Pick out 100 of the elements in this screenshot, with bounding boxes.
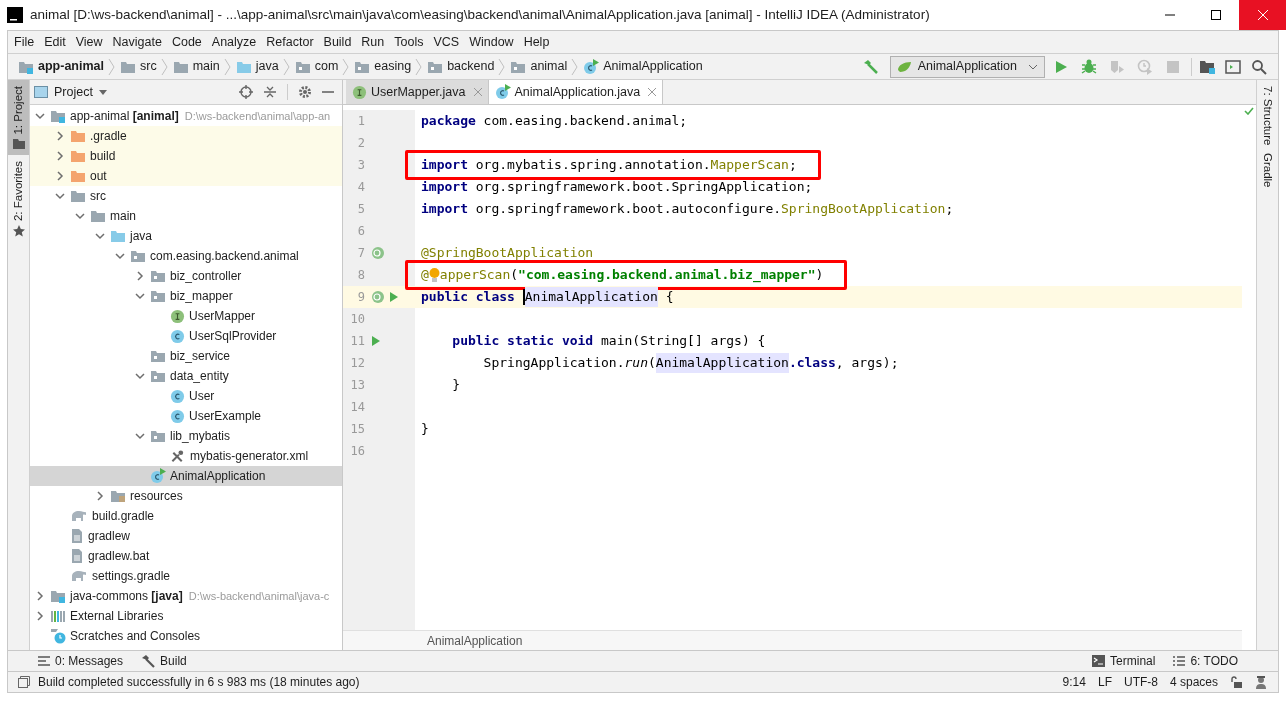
- tree-row[interactable]: out: [30, 166, 342, 186]
- tree-row[interactable]: .gradle: [30, 126, 342, 146]
- tool-window-button[interactable]: 6: TODO: [1190, 652, 1238, 670]
- menu-item[interactable]: Help: [523, 32, 550, 52]
- tool-window-button[interactable]: Terminal: [1110, 652, 1156, 670]
- package-icon: [150, 289, 166, 303]
- run-configuration-dropdown[interactable]: AnimalApplication: [889, 55, 1045, 78]
- tree-row[interactable]: app-animal [animal] D:\ws-backend\animal\app-an: [30, 106, 342, 126]
- window-icon[interactable]: [1224, 58, 1242, 75]
- project-structure-icon[interactable]: [1198, 58, 1216, 75]
- tree-row[interactable]: java: [30, 226, 342, 246]
- code-line: }: [451, 376, 461, 395]
- breadcrumb-item[interactable]: com: [314, 57, 339, 76]
- line-number: 9: [356, 289, 365, 306]
- close-icon[interactable]: [648, 88, 657, 96]
- breadcrumb-item[interactable]: animal: [530, 57, 568, 76]
- tree-row[interactable]: build.gradle: [30, 506, 342, 526]
- tree-row[interactable]: mybatis-generator.xml: [30, 446, 342, 466]
- tree-row[interactable]: Scratches and Consoles: [30, 626, 342, 646]
- tree-row[interactable]: com.easing.backend.animal: [30, 246, 342, 266]
- breadcrumb-item[interactable]: backend: [447, 57, 495, 76]
- tree-row[interactable]: build: [30, 146, 342, 166]
- breadcrumb-item[interactable]: app-animal: [38, 57, 104, 76]
- menu-item[interactable]: Tools: [394, 32, 424, 52]
- menu-item[interactable]: VCS: [433, 32, 460, 52]
- tree-row[interactable]: src: [30, 186, 342, 206]
- view-selector[interactable]: Project: [54, 82, 107, 102]
- tree-row[interactable]: lib_mybatis: [30, 426, 342, 446]
- tree-row[interactable]: AnimalApplication: [30, 466, 342, 486]
- menu-item[interactable]: File: [14, 32, 35, 52]
- settings-icon[interactable]: [298, 85, 312, 99]
- code-editor[interactable]: [343, 105, 1256, 650]
- tree-row[interactable]: settings.gradle: [30, 566, 342, 586]
- tools-icon: [170, 448, 186, 464]
- code-line: @ apperScan("com.easing.backend.animal.biz_mapper"): [421, 266, 824, 285]
- code-line: public class AnimalApplication {: [421, 287, 674, 307]
- menu-item[interactable]: Edit: [44, 32, 66, 52]
- tree-row[interactable]: resources: [30, 486, 342, 506]
- lines-icon: [38, 656, 50, 666]
- editor-tab[interactable]: UserMapper.java: [346, 80, 489, 104]
- run-icon[interactable]: [389, 291, 399, 303]
- line-number: 8: [356, 267, 365, 284]
- tree-row[interactable]: UserMapper: [30, 306, 342, 326]
- tree-row[interactable]: biz_service: [30, 346, 342, 366]
- tool-window-tab[interactable]: 2: Favorites: [8, 154, 29, 243]
- module-path: D:\ws-backend\animal\app-an: [184, 108, 331, 124]
- tree-label: mybatis-generator.xml: [190, 448, 309, 465]
- tree-row[interactable]: External Libraries: [30, 606, 342, 626]
- editor-tab[interactable]: AnimalApplication.java: [488, 80, 664, 104]
- package-icon: [150, 369, 166, 383]
- tree-row[interactable]: User: [30, 386, 342, 406]
- inspector-icon[interactable]: [1254, 675, 1268, 689]
- caret-position[interactable]: 9:14: [1062, 673, 1086, 691]
- tool-window-tab[interactable]: 7: Structure: [1254, 86, 1281, 146]
- breadcrumb-item[interactable]: main: [192, 57, 220, 76]
- tree-row[interactable]: gradlew: [30, 526, 342, 546]
- tool-window-button[interactable]: Build: [160, 652, 187, 670]
- file-encoding[interactable]: UTF-8: [1123, 673, 1158, 691]
- tree-row[interactable]: java-commons [java] D:\ws-backend\animal\java-c: [30, 586, 342, 606]
- menu-item[interactable]: Code: [171, 32, 202, 52]
- tree-row[interactable]: data_entity: [30, 366, 342, 386]
- resources-folder-icon: [110, 489, 126, 503]
- menu-item[interactable]: Window: [469, 32, 514, 52]
- tool-window-tab[interactable]: Gradle: [1254, 153, 1281, 188]
- class-icon: [170, 408, 185, 424]
- tree-row[interactable]: UserExample: [30, 406, 342, 426]
- breadcrumb-item[interactable]: AnimalApplication: [427, 631, 523, 650]
- breadcrumb-item[interactable]: AnimalApplication: [603, 57, 703, 76]
- breadcrumb-item[interactable]: easing: [374, 57, 412, 76]
- breadcrumb-item[interactable]: java: [255, 57, 279, 76]
- maximize-icon: [1211, 10, 1221, 20]
- crosshair-icon[interactable]: [239, 85, 253, 99]
- tree-row[interactable]: gradlew.bat: [30, 546, 342, 566]
- indent-setting[interactable]: 4 spaces: [1169, 673, 1218, 691]
- tree-row[interactable]: biz_mapper: [30, 286, 342, 306]
- menu-item[interactable]: Navigate: [112, 32, 162, 52]
- search-icon[interactable]: [1250, 58, 1268, 75]
- package-icon: [427, 59, 444, 74]
- breadcrumb-item[interactable]: src: [140, 57, 157, 76]
- tool-window-tab[interactable]: 1: Project: [8, 80, 29, 155]
- menu-item[interactable]: Refactor: [266, 32, 314, 52]
- tree-label: AnimalApplication: [170, 468, 266, 485]
- lock-icon[interactable]: [1230, 676, 1242, 688]
- tree-label: java: [130, 228, 152, 245]
- interface-icon: [352, 84, 367, 100]
- menu-item[interactable]: Run: [361, 32, 385, 52]
- tool-window-button[interactable]: 0: Messages: [55, 652, 124, 670]
- tree-row[interactable]: UserSqlProvider: [30, 326, 342, 346]
- collapse-all-icon[interactable]: [263, 85, 277, 99]
- elephant-icon: [70, 569, 88, 583]
- line-separator[interactable]: LF: [1097, 673, 1112, 691]
- menu-item[interactable]: View: [75, 32, 103, 52]
- tree-label: biz_service: [170, 348, 231, 365]
- tree-row[interactable]: main: [30, 206, 342, 226]
- tree-row[interactable]: biz_controller: [30, 266, 342, 286]
- menu-item[interactable]: Analyze: [211, 32, 257, 52]
- play-icon: [1053, 58, 1069, 75]
- caret-icon: [98, 89, 107, 95]
- panel-toggle-icon[interactable]: [18, 676, 30, 688]
- menu-item[interactable]: Build: [323, 32, 352, 52]
